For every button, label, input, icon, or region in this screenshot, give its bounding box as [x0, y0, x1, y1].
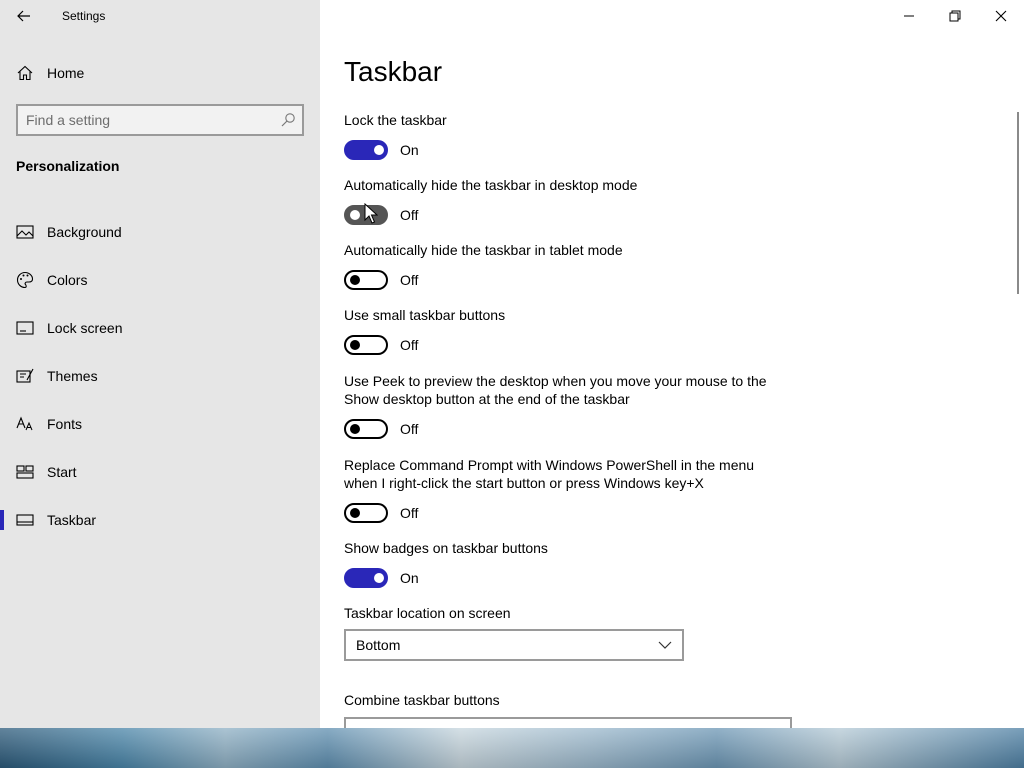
- sidebar-item-background[interactable]: Background: [0, 208, 320, 256]
- setting-label: Use small taskbar buttons: [344, 307, 506, 323]
- toggle-state-label: Off: [400, 207, 419, 223]
- sidebar-item-label: Start: [47, 464, 77, 480]
- sidebar-item-themes[interactable]: Themes: [0, 352, 320, 400]
- setting-label: Replace Command Prompt with Windows Powe…: [344, 457, 755, 491]
- toggle-row: Off: [344, 503, 784, 525]
- search-input[interactable]: [26, 106, 276, 134]
- setting-autohide-desktop: Automatically hide the taskbar in deskto…: [344, 176, 784, 227]
- setting-label: Use Peek to preview the desktop when you…: [344, 373, 767, 407]
- toggle-knob: [374, 573, 384, 583]
- restore-icon: [949, 10, 961, 22]
- setting-label: Combine taskbar buttons: [344, 692, 500, 708]
- mouse-cursor-icon: [364, 203, 378, 224]
- toggle-state-label: On: [400, 142, 419, 158]
- search-icon: [281, 113, 295, 127]
- sidebar: Settings Home Personalization Background: [0, 0, 320, 728]
- palette-icon: [16, 271, 34, 289]
- setting-label: Automatically hide the taskbar in tablet…: [344, 242, 623, 258]
- desktop-wallpaper: [0, 728, 1024, 768]
- toggle-row: On: [344, 568, 784, 590]
- minimize-icon: [904, 15, 914, 17]
- powershell-toggle[interactable]: [344, 503, 388, 523]
- sidebar-item-label: Fonts: [47, 416, 83, 432]
- back-button[interactable]: [8, 2, 40, 30]
- toggle-row: Off: [344, 419, 784, 441]
- lock-taskbar-toggle[interactable]: [344, 140, 388, 160]
- search-box[interactable]: [16, 104, 304, 136]
- toggle-row: Off: [344, 205, 784, 227]
- toggle-state-label: Off: [400, 337, 419, 353]
- setting-label: Automatically hide the taskbar in deskto…: [344, 177, 638, 193]
- toggle-row: On: [344, 140, 784, 162]
- taskbar-location-dropdown[interactable]: Bottom: [344, 629, 684, 661]
- sidebar-item-label: Themes: [47, 368, 98, 384]
- minimize-button[interactable]: [886, 0, 932, 32]
- toggle-state-label: Off: [400, 421, 419, 437]
- toggle-knob: [350, 275, 360, 285]
- themes-icon: [16, 367, 34, 385]
- setting-autohide-tablet: Automatically hide the taskbar in tablet…: [344, 241, 784, 292]
- section-heading: Personalization: [16, 158, 120, 174]
- sidebar-item-label: Background: [47, 224, 122, 240]
- sidebar-item-lock-screen[interactable]: Lock screen: [0, 304, 320, 352]
- dropdown-value: Bottom: [356, 637, 401, 653]
- setting-peek: Use Peek to preview the desktop when you…: [344, 372, 784, 441]
- back-arrow-icon: [17, 10, 30, 22]
- sidebar-item-label: Colors: [47, 272, 88, 288]
- home-icon: [16, 64, 34, 82]
- title-bar: Settings: [0, 0, 320, 32]
- small-buttons-toggle[interactable]: [344, 335, 388, 355]
- combine-buttons-dropdown[interactable]: [344, 717, 792, 728]
- main-content: Taskbar Lock the taskbar On Automaticall…: [320, 0, 1024, 728]
- picture-icon: [16, 223, 34, 241]
- setting-lock-taskbar: Lock the taskbar On: [344, 111, 784, 162]
- toggle-knob: [350, 424, 360, 434]
- badges-toggle[interactable]: [344, 568, 388, 588]
- toggle-row: Off: [344, 270, 784, 292]
- toggle-state-label: On: [400, 570, 419, 586]
- setting-label: Lock the taskbar: [344, 112, 447, 128]
- toggle-state-label: Off: [400, 272, 419, 288]
- toggle-state-label: Off: [400, 505, 419, 521]
- close-icon: [995, 10, 1007, 22]
- sidebar-item-fonts[interactable]: Fonts: [0, 400, 320, 448]
- close-button[interactable]: [978, 0, 1024, 32]
- sidebar-item-colors[interactable]: Colors: [0, 256, 320, 304]
- toggle-row: Off: [344, 335, 784, 357]
- setting-small-buttons: Use small taskbar buttons Off: [344, 306, 784, 357]
- sidebar-nav: Background Colors Lock screen Themes Fon…: [0, 208, 320, 544]
- window-controls: [886, 0, 1024, 32]
- lock-screen-icon: [16, 319, 34, 337]
- toggle-knob: [374, 145, 384, 155]
- sidebar-item-label: Lock screen: [47, 320, 123, 336]
- toggle-knob: [350, 340, 360, 350]
- setting-label: Taskbar location on screen: [344, 605, 511, 621]
- app-title: Settings: [62, 9, 106, 23]
- sidebar-item-home[interactable]: Home: [0, 57, 320, 89]
- setting-location: Taskbar location on screen: [344, 604, 784, 622]
- taskbar-icon: [16, 511, 34, 529]
- sidebar-item-start[interactable]: Start: [0, 448, 320, 496]
- chevron-down-icon: [658, 641, 672, 649]
- toggle-knob: [350, 508, 360, 518]
- setting-powershell: Replace Command Prompt with Windows Powe…: [344, 456, 784, 525]
- setting-label: Show badges on taskbar buttons: [344, 540, 548, 556]
- setting-badges: Show badges on taskbar buttons On: [344, 539, 784, 590]
- sidebar-item-label: Home: [47, 65, 85, 81]
- restore-button[interactable]: [932, 0, 978, 32]
- peek-toggle[interactable]: [344, 419, 388, 439]
- page-title: Taskbar: [344, 56, 443, 87]
- start-icon: [16, 463, 34, 481]
- scrollbar[interactable]: [1017, 112, 1019, 294]
- setting-combine: Combine taskbar buttons: [344, 691, 784, 709]
- sidebar-item-taskbar[interactable]: Taskbar: [0, 496, 320, 544]
- toggle-knob: [350, 210, 360, 220]
- sidebar-item-label: Taskbar: [47, 512, 97, 528]
- autohide-tablet-toggle[interactable]: [344, 270, 388, 290]
- fonts-icon: [16, 415, 34, 433]
